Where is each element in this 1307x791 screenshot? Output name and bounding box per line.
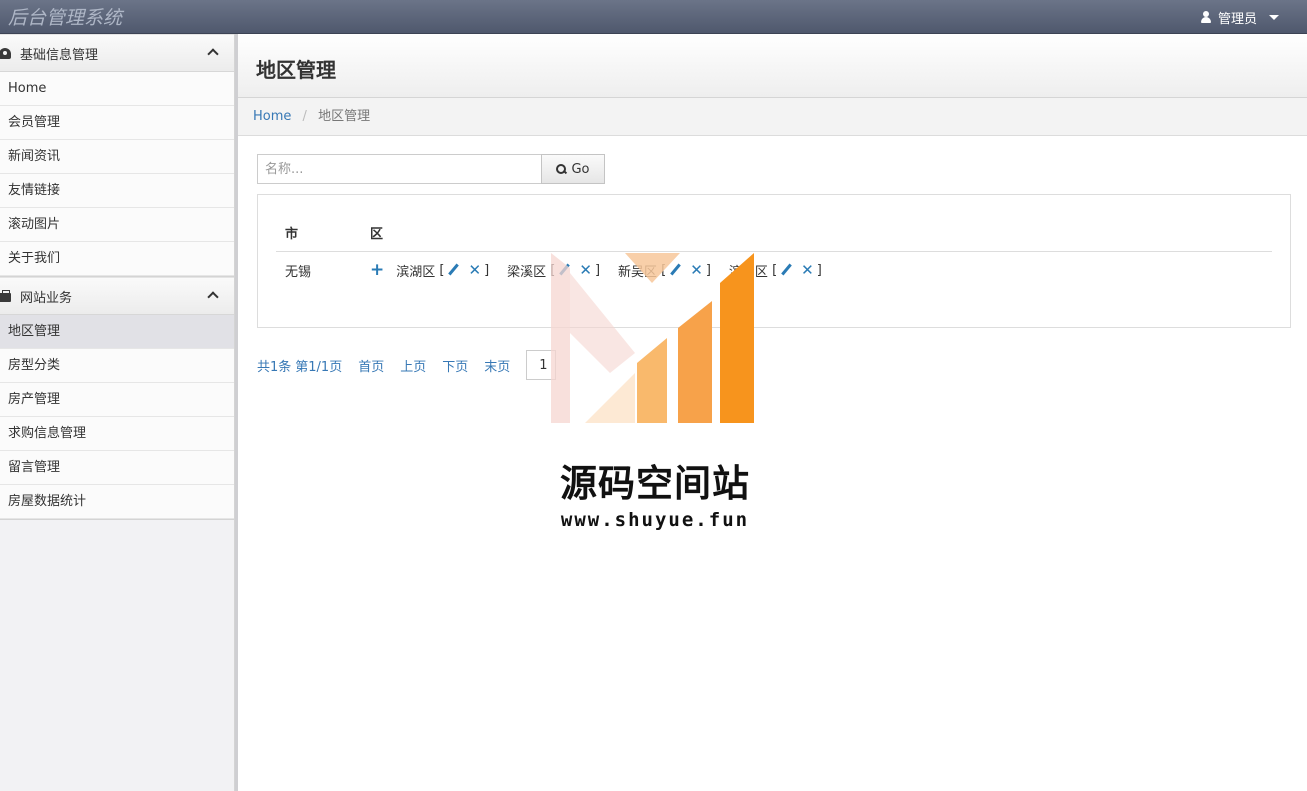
districts-cell: + 滨湖区 [ ✕ ] 梁溪区 [✕] 新吴区 ✕] [✕] [361, 251, 1272, 289]
region-table-panel: 市 区 无锡 + 滨湖区 [ ✕] 梁溪区 [✕] 新吴区 ✕] [✕… [257, 194, 1291, 328]
city-cell: 无锡 [285, 264, 312, 280]
sidebar-item-about[interactable]: 关于我们 [0, 242, 234, 276]
breadcrumb: Home / 地区管理 [238, 98, 1307, 136]
sidebar-item-home[interactable]: Home [0, 72, 234, 106]
page-title: 地区管理 [256, 58, 336, 82]
sidebar-item-messages[interactable]: 留言管理 [0, 451, 234, 485]
pagination-total: 共1条 [257, 359, 292, 375]
page-header: 地区管理 [238, 34, 1307, 98]
sidebar-item-members[interactable]: 会员管理 [0, 106, 234, 140]
top-navbar: 后台管理系统 管理员 [0, 0, 1307, 34]
pagination-first[interactable]: 首页 [358, 356, 384, 375]
caret-down-icon [1269, 15, 1279, 20]
breadcrumb-separator: / [302, 109, 307, 124]
user-name: 管理员 [1217, 12, 1257, 27]
table-row: 无锡 + 滨湖区 [ ✕ ] 梁溪区 [✕] 新吴区 ✕] [✕] [276, 251, 1272, 289]
watermark-logo [551, 253, 754, 423]
search-icon [556, 164, 567, 174]
chevron-up-icon[interactable] [207, 48, 219, 60]
chevron-up-icon[interactable] [207, 291, 219, 303]
district-item: 滨湖区 [ ✕ ] [396, 261, 489, 280]
sidebar-item-regions[interactable]: 地区管理 [0, 315, 234, 349]
briefcase-icon [0, 289, 11, 302]
search-bar: Go [257, 154, 605, 184]
user-icon [1200, 11, 1212, 24]
watermark: 源码空间站 www.shuyue.fun [540, 253, 770, 543]
sidebar-group-label: 基础信息管理 [20, 47, 99, 63]
pagination-prev[interactable]: 上页 [400, 356, 426, 375]
breadcrumb-home-link[interactable]: Home [253, 109, 291, 124]
pagination-last[interactable]: 末页 [484, 356, 510, 375]
sidebar-item-news[interactable]: 新闻资讯 [0, 140, 234, 174]
sidebar-group-business: 网站业务 地区管理 房型分类 房产管理 求购信息管理 留言管理 房屋数据统计 [0, 277, 234, 520]
pagination: 共1条 第1/1页 首页 上页 下页 末页 [257, 350, 557, 380]
district-name: 滨湖区 [396, 264, 436, 280]
bracket: [ [435, 262, 445, 278]
sidebar-group-label: 网站业务 [20, 290, 73, 306]
column-header-city: 市 [276, 215, 361, 252]
sidebar-item-room-types[interactable]: 房型分类 [0, 349, 234, 383]
search-button[interactable]: Go [541, 154, 605, 184]
sidebar-item-statistics[interactable]: 房屋数据统计 [0, 485, 234, 519]
sidebar-group-header-business[interactable]: 网站业务 [0, 277, 234, 315]
sidebar-group-basic: 基础信息管理 Home 会员管理 新闻资讯 友情链接 滚动图片 关于我们 [0, 34, 234, 277]
sidebar-item-properties[interactable]: 房产管理 [0, 383, 234, 417]
pagination-page-info: 第1/1页 [295, 359, 343, 375]
main-content: 地区管理 Home / 地区管理 Go 市 区 无锡 [238, 34, 1307, 791]
sidebar-item-slides[interactable]: 滚动图片 [0, 208, 234, 242]
edit-icon[interactable] [780, 264, 792, 276]
sidebar-item-links[interactable]: 友情链接 [0, 174, 234, 208]
user-menu[interactable]: 管理员 [1200, 8, 1279, 27]
delete-icon[interactable]: ✕ [468, 261, 481, 279]
add-district-icon[interactable]: + [370, 260, 384, 280]
bracket: ] [816, 262, 822, 278]
column-header-district: 区 [361, 215, 1272, 252]
sidebar-item-purchase-requests[interactable]: 求购信息管理 [0, 417, 234, 451]
tachometer-icon [0, 47, 11, 59]
region-table: 市 区 无锡 + 滨湖区 [ ✕] 梁溪区 [✕] 新吴区 ✕] [✕… [276, 215, 1272, 289]
search-button-label: Go [571, 161, 590, 177]
search-input[interactable] [257, 154, 541, 184]
edit-icon[interactable] [447, 264, 459, 276]
sidebar-group-header-basic[interactable]: 基础信息管理 [0, 34, 234, 72]
watermark-title: 源码空间站 [560, 462, 750, 505]
watermark-url: www.shuyue.fun [560, 509, 750, 531]
app-title: 后台管理系统 [8, 7, 123, 29]
sidebar: 基础信息管理 Home 会员管理 新闻资讯 友情链接 滚动图片 关于我们 网站业… [0, 34, 235, 791]
bracket: ] [484, 262, 490, 278]
breadcrumb-current: 地区管理 [318, 109, 371, 124]
table-header-row: 市 区 [276, 215, 1272, 252]
delete-icon[interactable]: ✕ [801, 261, 814, 279]
pagination-next[interactable]: 下页 [442, 356, 468, 375]
